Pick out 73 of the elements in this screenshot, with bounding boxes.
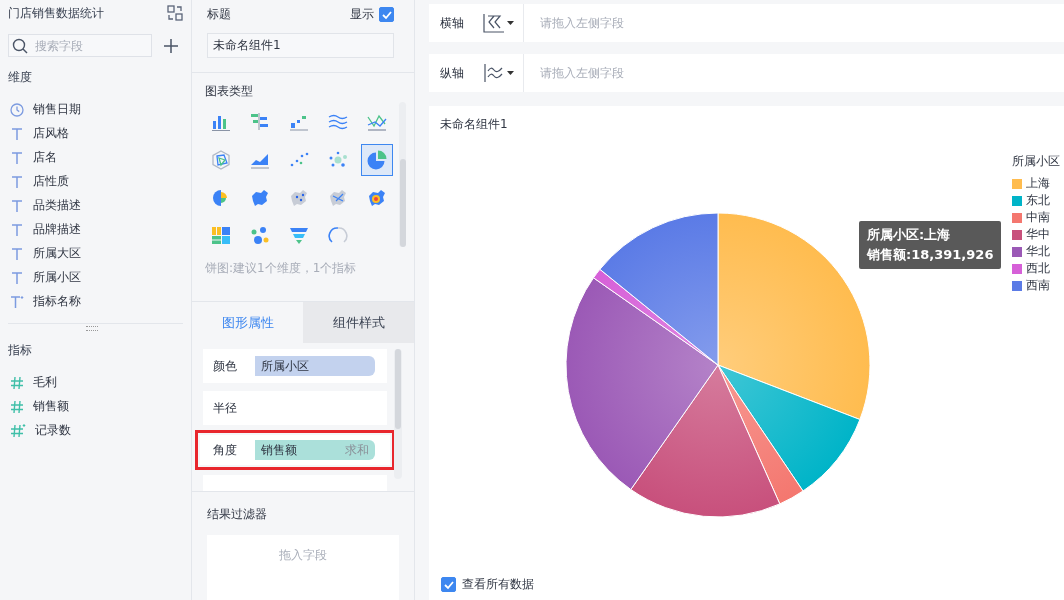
chart-type-label: 图表类型 — [205, 83, 254, 100]
caret-icon — [507, 71, 514, 75]
dimension-field[interactable]: 所属大区 — [33, 245, 81, 262]
chart-title: 未命名组件1 — [439, 116, 509, 133]
text-field-icon — [10, 126, 24, 141]
pie-slice[interactable] — [717, 364, 804, 505]
axis-icon — [483, 63, 505, 83]
show-checkbox[interactable] — [379, 7, 394, 22]
dataset-title: 门店销售数据统计 — [8, 4, 104, 22]
dimension-field[interactable]: 所属小区 — [33, 269, 81, 286]
measure-pill[interactable]: 销售额 求和 — [255, 440, 375, 460]
pie-slice[interactable] — [717, 364, 861, 492]
dimension-field[interactable]: 店风格 — [33, 125, 69, 142]
dimension-field[interactable]: 店名 — [33, 149, 57, 166]
switch-icon[interactable] — [167, 5, 183, 21]
show-label: 显示 — [350, 6, 374, 23]
show-all-label: 查看所有数据 — [462, 576, 534, 593]
text-field-icon — [10, 198, 24, 213]
axis-drop-hint: 请拖入左侧字段 — [540, 14, 624, 32]
pie-chart-icon[interactable] — [361, 144, 393, 176]
axis-label: 横轴 — [439, 14, 465, 32]
number-field-icon — [10, 375, 24, 390]
dimension-pill[interactable]: 所属小区 — [255, 356, 375, 376]
text-field-icon — [10, 174, 24, 189]
drop-hint: 拖入字段 — [279, 547, 327, 564]
clock-icon — [10, 102, 24, 117]
axis-drop-hint: 请拖入左侧字段 — [540, 64, 624, 82]
search-icon — [12, 38, 28, 54]
panel-tab[interactable]: 组件样式 — [303, 302, 414, 343]
search-field[interactable]: 搜索字段 — [8, 34, 152, 57]
text-field-icon — [10, 270, 24, 285]
legend-label[interactable]: 西南 — [1026, 277, 1050, 294]
pie-slice[interactable] — [630, 364, 781, 518]
legend-label[interactable]: 中南 — [1026, 209, 1050, 226]
legend-title: 所属小区 — [1012, 153, 1060, 170]
number-field-icon — [10, 399, 24, 414]
legend-label[interactable]: 华中 — [1026, 226, 1050, 243]
measure-field[interactable]: 记录数 — [35, 422, 71, 439]
property-label: 颜色 — [213, 357, 237, 375]
pill-field: 销售额 — [261, 441, 297, 459]
legend-label[interactable]: 上海 — [1026, 175, 1050, 192]
dimension-field[interactable]: 品牌描述 — [33, 221, 81, 238]
axis-icon — [483, 13, 505, 33]
tooltip-line: 所属小区:上海 — [867, 226, 952, 244]
section-label: 指标 — [8, 342, 33, 359]
legend-label[interactable]: 西北 — [1026, 260, 1050, 277]
property-label: 半径 — [213, 399, 237, 417]
text-field-icon — [10, 246, 24, 261]
dimension-field[interactable]: 指标名称 — [33, 293, 81, 310]
dimension-field[interactable]: 销售日期 — [33, 101, 81, 118]
measure-field[interactable]: 销售额 — [33, 398, 69, 415]
measure-field[interactable]: 毛利 — [33, 374, 57, 391]
tooltip-line: 销售额:18,391,926 — [867, 246, 994, 264]
section-label: 维度 — [8, 69, 33, 86]
aggregation-label: 求和 — [345, 441, 369, 459]
calculated-number-icon — [10, 423, 26, 438]
title-input[interactable]: 未命名组件1 — [207, 33, 394, 58]
show-all-checkbox[interactable] — [441, 577, 456, 592]
text-field-icon — [10, 150, 24, 165]
caret-icon — [507, 21, 514, 25]
legend-label[interactable]: 东北 — [1026, 192, 1050, 209]
property-label: 角度 — [213, 441, 237, 459]
title-label: 标题 — [207, 6, 231, 23]
legend-label[interactable]: 华北 — [1026, 243, 1050, 260]
dimension-field[interactable]: 店性质 — [33, 173, 69, 190]
text-field-icon — [10, 222, 24, 237]
chart-type-hint: 饼图:建议1个维度，1个指标 — [205, 260, 358, 277]
add-icon[interactable] — [164, 38, 178, 53]
axis-label: 纵轴 — [439, 64, 465, 82]
dimension-field[interactable]: 品类描述 — [33, 197, 81, 214]
filter-label: 结果过滤器 — [207, 506, 268, 523]
calculated-text-icon — [10, 294, 24, 309]
pie-slice[interactable] — [599, 212, 719, 366]
